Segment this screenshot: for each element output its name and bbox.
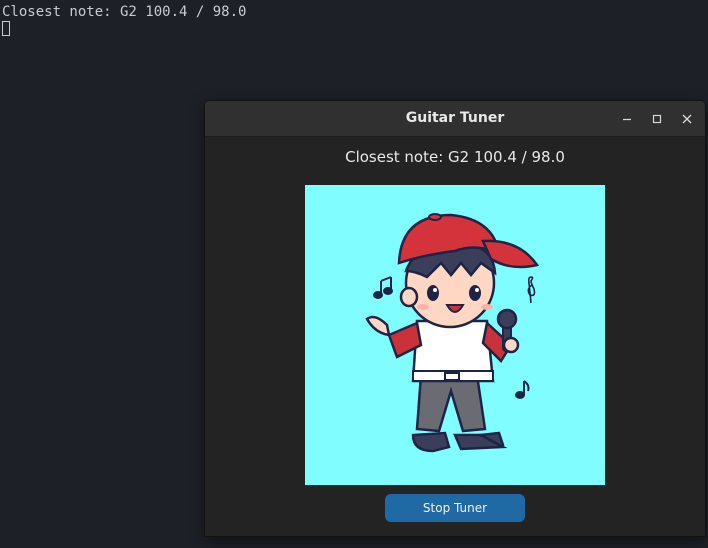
guitar-tuner-window: Guitar Tuner Closest note: G2 100.4 / 98… — [205, 101, 705, 536]
minimize-button[interactable] — [617, 109, 637, 129]
minimize-icon — [623, 118, 631, 121]
maximize-button[interactable] — [647, 109, 667, 129]
maximize-icon — [652, 114, 662, 124]
stop-tuner-button[interactable]: Stop Tuner — [385, 494, 525, 522]
terminal-cursor — [2, 21, 10, 36]
window-titlebar[interactable]: Guitar Tuner — [205, 101, 705, 137]
close-button[interactable] — [677, 109, 697, 129]
image-watermark: CATALOG — [423, 327, 479, 341]
tuner-image: CATALOG — [305, 185, 605, 485]
terminal-output-line: Closest note: G2 100.4 / 98.0 — [2, 4, 247, 20]
closest-note-label: Closest note: G2 100.4 / 98.0 — [345, 148, 565, 166]
close-icon — [682, 114, 692, 124]
